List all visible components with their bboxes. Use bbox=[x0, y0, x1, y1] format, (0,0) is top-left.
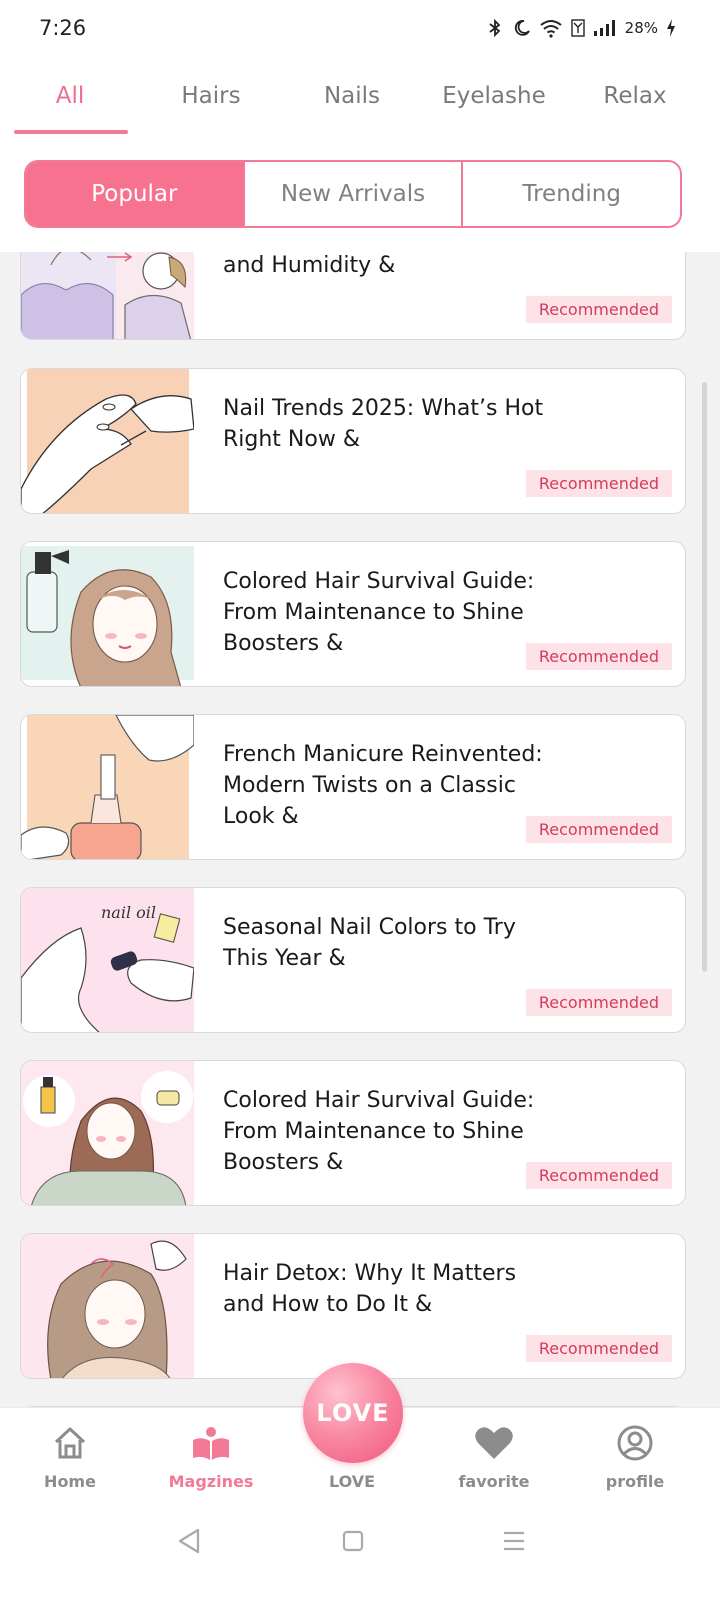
recommended-badge: Recommended bbox=[525, 816, 672, 843]
tab-hairs[interactable]: Hairs bbox=[141, 76, 281, 116]
article-thumbnail bbox=[21, 542, 194, 686]
recommended-badge: Recommended bbox=[525, 296, 672, 323]
wifi-icon bbox=[540, 20, 562, 38]
article-title: Protect Your Hair From Sun and Humidity … bbox=[223, 253, 396, 278]
article-card[interactable]: nail oil Seasonal Nail Colors to Try Thi… bbox=[20, 887, 686, 1033]
article-card[interactable]: Nail Trends 2025: What’s Hot Right Now &… bbox=[20, 368, 686, 514]
home-square-icon[interactable] bbox=[341, 1526, 365, 1560]
battery-percent: 28% bbox=[624, 19, 658, 37]
article-thumbnail bbox=[21, 1234, 194, 1378]
recommended-badge: Recommended bbox=[525, 643, 672, 670]
sort-segmented-control: Popular New Arrivals Trending bbox=[24, 160, 682, 228]
article-title: Colored Hair Survival Guide: From Mainte… bbox=[223, 569, 535, 656]
article-title: Colored Hair Survival Guide: From Mainte… bbox=[223, 1088, 535, 1175]
status-icons: 28% bbox=[485, 18, 676, 38]
article-thumbnail: nail oil bbox=[21, 888, 194, 1032]
sort-segment-area: Popular New Arrivals Trending bbox=[0, 136, 720, 252]
article-thumbnail bbox=[21, 1061, 194, 1205]
back-icon[interactable] bbox=[176, 1526, 202, 1560]
system-navigation-bar bbox=[0, 1510, 720, 1600]
nav-magazines[interactable]: Magzines bbox=[151, 1422, 271, 1491]
volte-icon bbox=[570, 19, 585, 37]
tab-all[interactable]: All bbox=[0, 76, 140, 116]
nav-profile[interactable]: profile bbox=[575, 1422, 695, 1491]
nav-profile-label: profile bbox=[605, 1472, 665, 1491]
segment-trending[interactable]: Trending bbox=[461, 162, 680, 226]
book-icon bbox=[151, 1422, 271, 1464]
segment-popular[interactable]: Popular bbox=[26, 162, 243, 226]
recommended-badge: Recommended bbox=[525, 470, 672, 497]
tab-nails[interactable]: Nails bbox=[282, 76, 422, 116]
article-title: Seasonal Nail Colors to Try This Year & bbox=[223, 915, 516, 971]
article-card[interactable]: Protect Your Hair From Sun and Humidity … bbox=[20, 252, 686, 340]
tab-eyelashe[interactable]: Eyelashe bbox=[424, 76, 564, 116]
heart-icon bbox=[434, 1422, 554, 1464]
article-title: French Manicure Reinvented: Modern Twist… bbox=[223, 742, 543, 829]
nav-magazines-label: Magzines bbox=[168, 1472, 254, 1491]
article-title: Nail Trends 2025: What’s Hot Right Now & bbox=[223, 396, 544, 452]
nav-home[interactable]: Home bbox=[10, 1422, 130, 1491]
nav-favorite[interactable]: favorite bbox=[434, 1422, 554, 1491]
article-card[interactable]: French Manicure Reinvented: Modern Twist… bbox=[20, 714, 686, 860]
article-thumbnail bbox=[21, 369, 194, 513]
segment-new-arrivals[interactable]: New Arrivals bbox=[242, 162, 462, 226]
bluetooth-icon bbox=[489, 18, 501, 38]
article-thumbnail bbox=[21, 715, 194, 859]
article-thumbnail bbox=[21, 252, 194, 339]
recommended-badge: Recommended bbox=[525, 989, 672, 1016]
article-card[interactable]: Colored Hair Survival Guide: From Mainte… bbox=[20, 1060, 686, 1206]
moon-icon bbox=[514, 20, 530, 36]
active-tab-indicator bbox=[14, 130, 128, 134]
profile-icon bbox=[575, 1422, 695, 1464]
love-fab-button[interactable]: LOVE bbox=[303, 1363, 403, 1463]
home-icon bbox=[10, 1422, 130, 1464]
nav-favorite-label: favorite bbox=[458, 1472, 530, 1491]
article-title: Hair Detox: Why It Matters and How to Do… bbox=[223, 1261, 517, 1317]
status-time: 7:26 bbox=[39, 16, 87, 40]
recommended-badge: Recommended bbox=[525, 1162, 672, 1189]
nav-home-label: Home bbox=[44, 1472, 96, 1491]
menu-lines-icon[interactable] bbox=[501, 1526, 527, 1560]
article-card[interactable]: Colored Hair Survival Guide: From Mainte… bbox=[20, 541, 686, 687]
tab-relax[interactable]: Relax bbox=[565, 76, 705, 116]
nail-oil-script: nail oil bbox=[101, 903, 156, 922]
charging-icon bbox=[667, 19, 675, 37]
article-card[interactable]: Hair Detox: Why It Matters and How to Do… bbox=[20, 1233, 686, 1379]
category-tabs: All Hairs Nails Eyelashe Relax bbox=[0, 60, 720, 136]
list-scrollbar[interactable] bbox=[702, 382, 707, 972]
recommended-badge: Recommended bbox=[525, 1335, 672, 1362]
signal-icon bbox=[593, 20, 615, 36]
nav-love-label: LOVE bbox=[328, 1472, 376, 1491]
status-bar: 7:26 28% bbox=[0, 0, 720, 60]
article-list: Protect Your Hair From Sun and Humidity … bbox=[0, 252, 720, 1407]
